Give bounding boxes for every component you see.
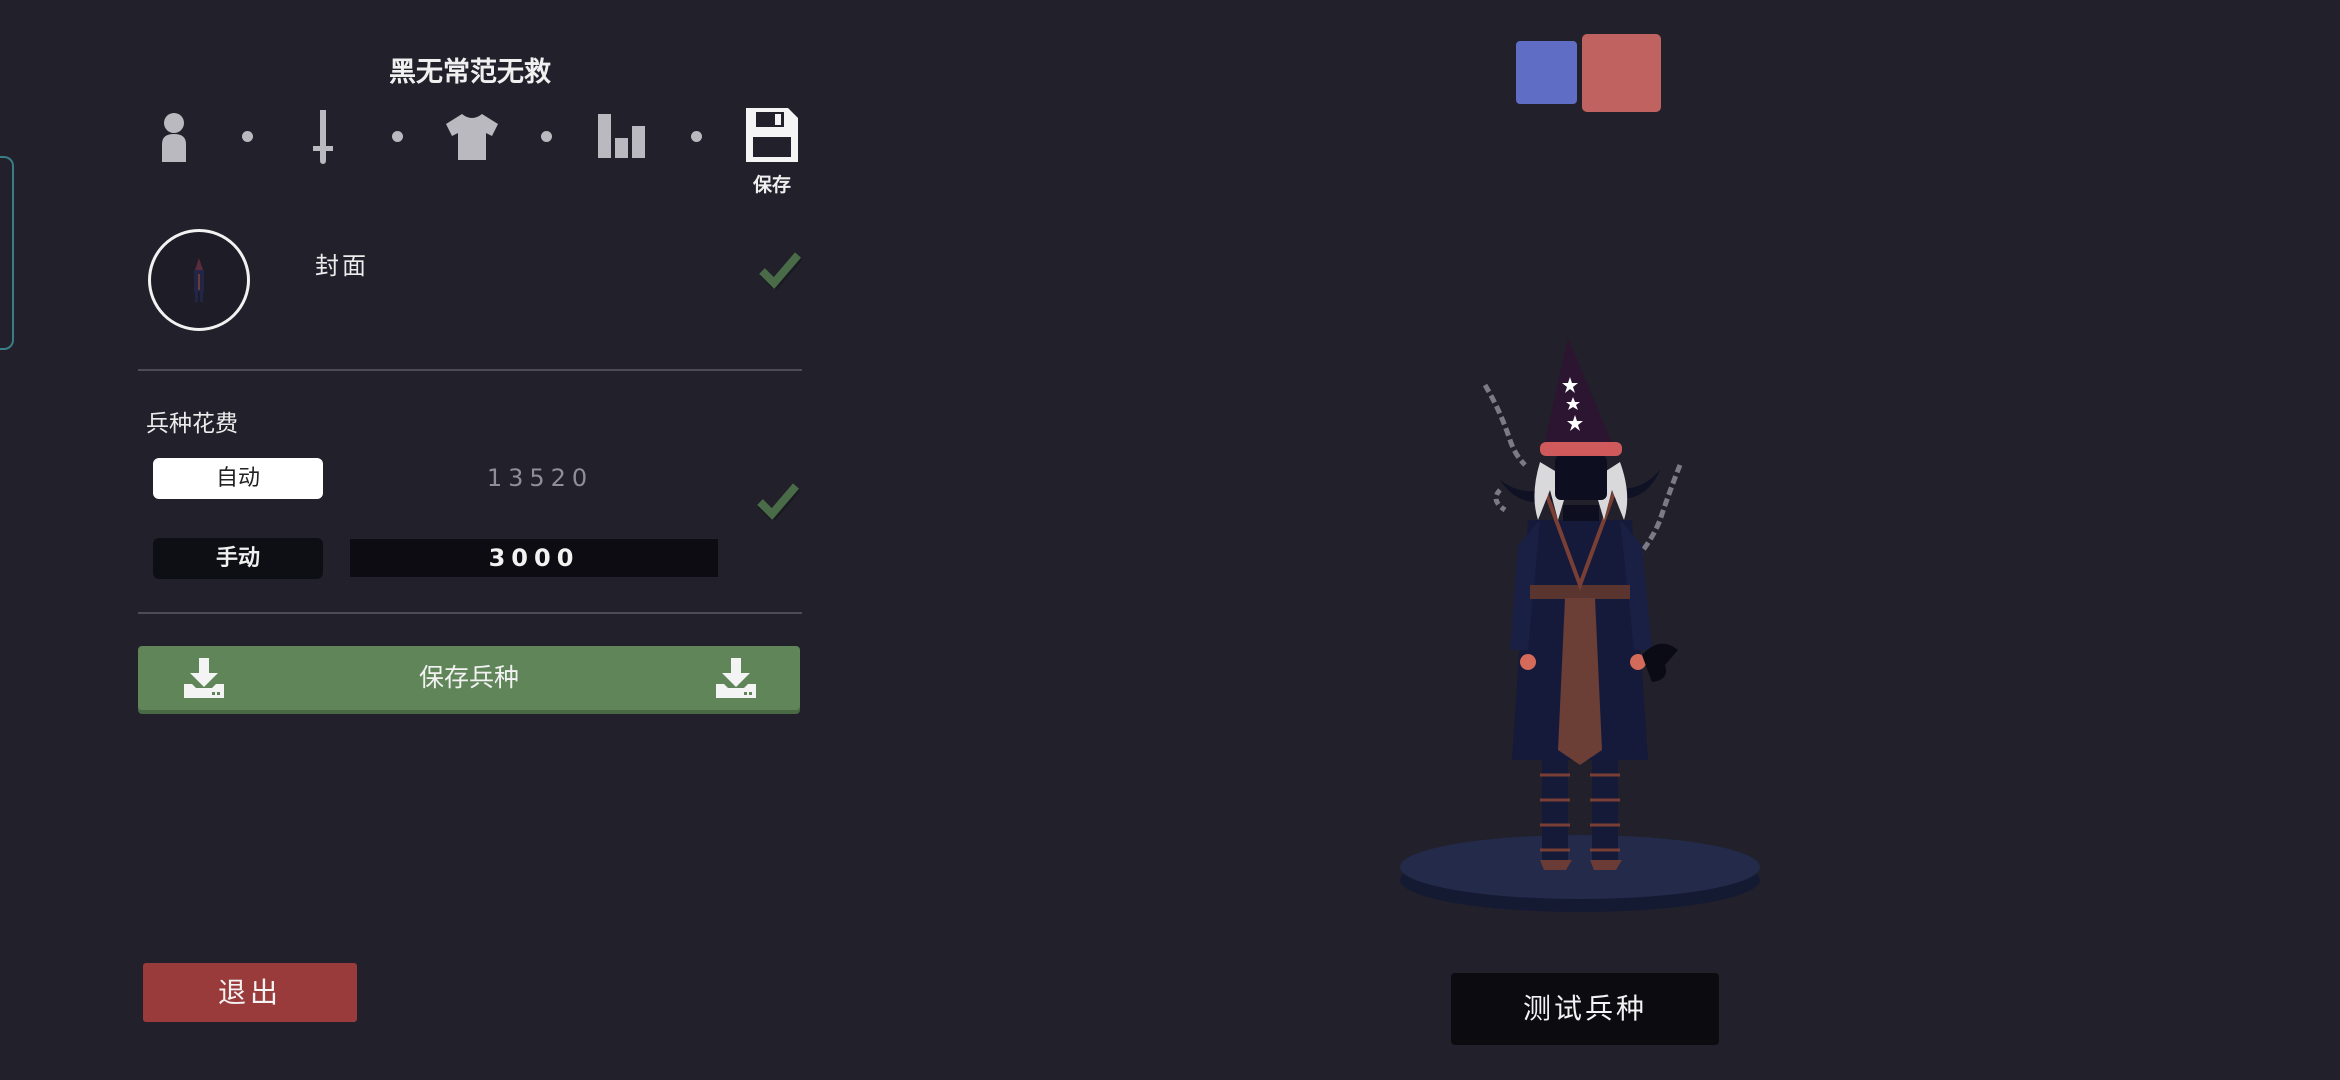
save-unit-label: 保存兵种: [418, 663, 519, 692]
section-divider: [138, 369, 802, 371]
test-unit-button[interactable]: 测试兵种: [1451, 973, 1719, 1045]
person-icon[interactable]: [158, 112, 190, 162]
sword-icon[interactable]: [312, 110, 334, 164]
step-separator-dot: [541, 131, 552, 142]
step-separator-dot: [392, 131, 403, 142]
bar-chart-icon[interactable]: [598, 114, 648, 158]
floppy-disk-icon[interactable]: [746, 108, 798, 162]
cover-thumbnail[interactable]: [148, 229, 250, 331]
cover-label: 封面: [315, 252, 369, 280]
unit-name-title: 黑无常范无救: [389, 57, 551, 88]
unit-thumbnail-figure: [194, 258, 204, 302]
download-icon: [716, 658, 756, 698]
section-divider: [138, 612, 802, 614]
step-label-save: 保存: [752, 174, 791, 196]
save-unit-button[interactable]: 保存兵种: [138, 646, 800, 710]
unit-preview-figure[interactable]: [1380, 330, 1800, 930]
side-drawer-handle[interactable]: [0, 156, 14, 350]
cost-check-icon: [757, 483, 800, 520]
unit-cost-title: 兵种花费: [146, 411, 238, 437]
step-separator-dot: [242, 131, 253, 142]
team-red-button[interactable]: [1582, 34, 1661, 112]
shirt-icon[interactable]: [446, 114, 498, 160]
exit-button[interactable]: 退出: [143, 963, 357, 1022]
team-blue-button[interactable]: [1516, 41, 1577, 104]
auto-cost-button[interactable]: 自动: [153, 458, 323, 499]
cover-check-icon: [759, 252, 802, 289]
auto-cost-value: 13520: [486, 464, 594, 492]
manual-cost-button[interactable]: 手动: [153, 538, 323, 579]
manual-cost-input[interactable]: [350, 539, 718, 577]
step-separator-dot: [691, 131, 702, 142]
